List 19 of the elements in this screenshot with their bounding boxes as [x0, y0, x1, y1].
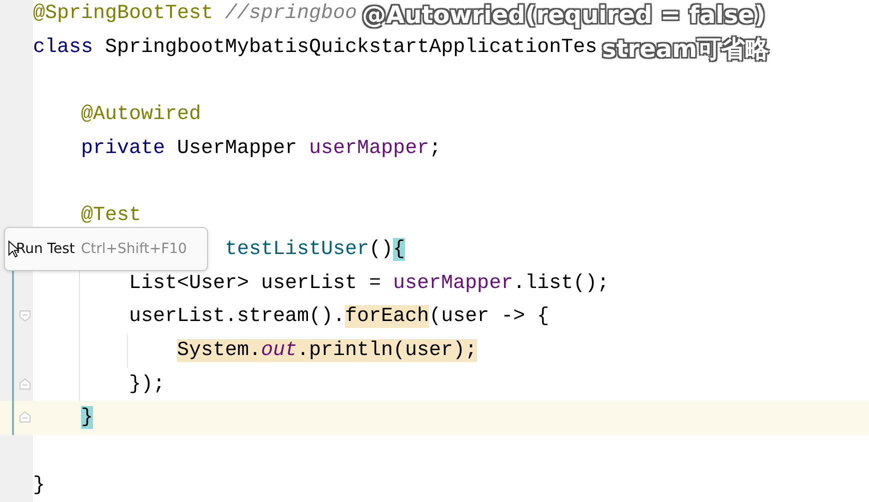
code-line: } [33, 472, 46, 499]
code-line: class SpringbootMybatisQuickstartApplicationTes [33, 34, 598, 61]
subtitle-caption: stream可省略 [602, 34, 770, 64]
tooltip-label: Run Test [16, 241, 75, 257]
code-line: }); [129, 372, 166, 398]
code-line: System.out.println(user); [177, 338, 478, 364]
shortcut-text: Ctrl+Shift+F10 [80, 241, 187, 257]
code-line: @Autowired [81, 102, 202, 128]
subtitle-caption: @Autowried(required = false) [362, 0, 766, 30]
fold-start-icon[interactable] [19, 310, 31, 322]
code-line: @Test [81, 203, 142, 230]
code-line: testListUser(){ [225, 236, 406, 263]
mouse-cursor-icon [8, 240, 19, 258]
code-line: userList.stream().forEach(user -> { [129, 304, 550, 330]
code-line: List<User> userList = userMapper.list(); [129, 270, 610, 296]
fold-end-icon[interactable] [19, 378, 31, 390]
code-line: private UserMapper userMapper; [81, 136, 442, 162]
code-line: @SpringBootTest //springboo [33, 1, 358, 27]
fold-end-icon[interactable] [19, 411, 31, 424]
